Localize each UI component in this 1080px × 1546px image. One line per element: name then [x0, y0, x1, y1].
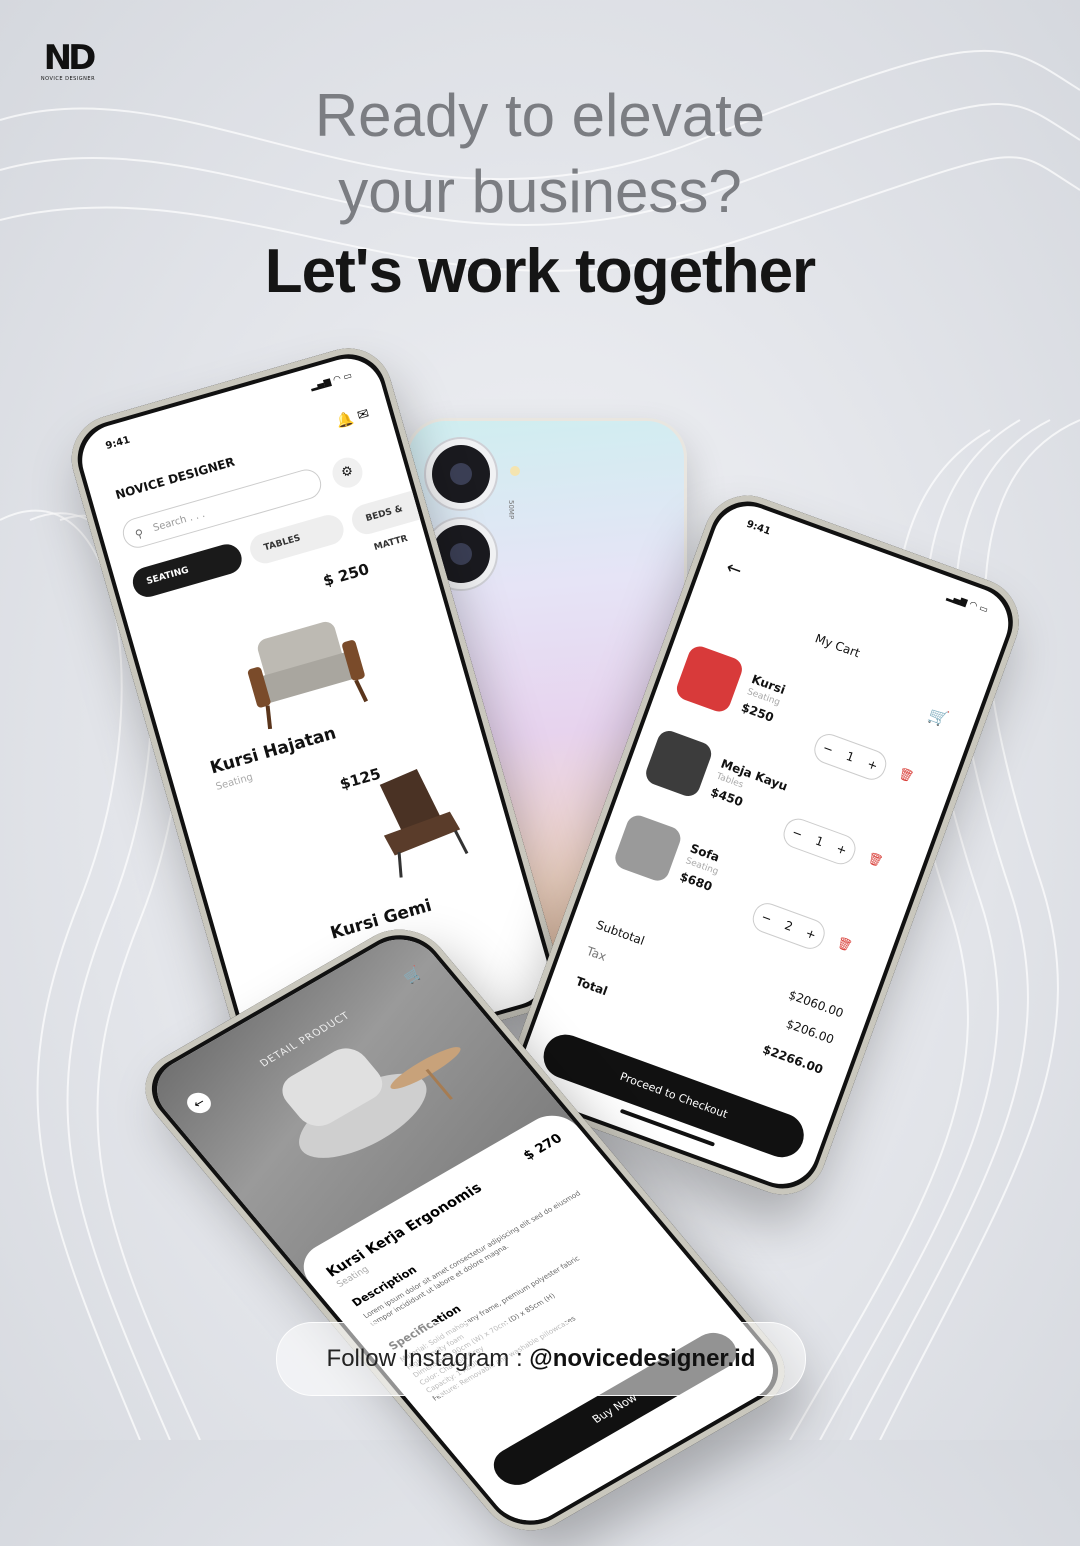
item-qty: 1 — [813, 833, 826, 850]
product-price: $ 250 — [321, 559, 372, 591]
detail-price: $ 270 — [520, 1131, 566, 1164]
signal-icon: ▂▄▆ ◠ ▭ — [309, 370, 354, 393]
trash-icon[interactable]: 🗑 — [835, 935, 854, 953]
cart-status-time: 9:41 — [744, 518, 772, 538]
instagram-handle[interactable]: @novicedesigner.id — [529, 1345, 755, 1372]
cart-icon[interactable]: 🛒 — [926, 705, 951, 730]
tax-value: $206.00 — [784, 1016, 836, 1047]
minus-icon[interactable]: − — [788, 818, 807, 848]
back-arrow-icon[interactable]: ← — [723, 557, 744, 582]
item-thumbnail — [611, 812, 684, 885]
category-tables[interactable]: TABLES — [246, 511, 348, 567]
plus-icon[interactable]: + — [832, 835, 851, 865]
category-seating[interactable]: SEATING — [129, 540, 246, 601]
camera-flash — [510, 466, 520, 476]
minus-icon[interactable]: − — [819, 734, 838, 764]
product-name[interactable]: Kursi Hajatan — [208, 723, 338, 778]
headline-intro: Ready to elevate your business? — [0, 78, 1080, 230]
quantity-stepper[interactable]: −1 + — [779, 814, 860, 869]
item-thumbnail — [642, 727, 715, 800]
tax-label: Tax — [584, 943, 609, 964]
plus-icon[interactable]: + — [801, 919, 820, 949]
quantity-stepper[interactable]: −2 + — [748, 899, 829, 953]
minus-icon[interactable]: − — [757, 903, 776, 933]
logo-mark: ND — [43, 38, 97, 78]
headline-line-1: Ready to elevate — [314, 82, 766, 149]
plus-icon[interactable]: + — [863, 750, 882, 780]
armchair-image — [247, 621, 369, 730]
trash-icon[interactable]: 🗑 — [897, 766, 916, 784]
follow-prefix: Follow Instagram : — [326, 1345, 523, 1372]
item-qty: 1 — [844, 748, 857, 765]
total-value: $2266.00 — [760, 1042, 825, 1077]
camera-lens-1 — [432, 445, 490, 503]
item-thumbnail — [673, 643, 746, 715]
notification-icon[interactable]: 🔔 ✉ — [334, 406, 371, 431]
total-label: Total — [573, 974, 610, 999]
headline-cta: Let's work together — [264, 237, 816, 306]
subtotal-label: Subtotal — [594, 917, 647, 949]
instagram-follow-pill[interactable]: Follow Instagram : @novicedesigner.id — [276, 1322, 806, 1396]
trash-icon[interactable]: 🗑 — [866, 850, 885, 868]
subtotal-value: $2060.00 — [786, 987, 846, 1021]
status-time: 9:41 — [104, 434, 132, 453]
cart-signal-icon: ▂▄▆ ◠ ▭ — [945, 591, 990, 616]
quantity-stepper[interactable]: −1 + — [810, 730, 891, 784]
headline-line-2: your business? — [338, 158, 742, 225]
filter-icon[interactable]: ⚙ — [328, 454, 367, 492]
camera-label: 50MP — [507, 500, 515, 520]
brand-logo: ND NOVICE DESIGNER — [40, 40, 96, 82]
item-qty: 2 — [782, 918, 795, 934]
